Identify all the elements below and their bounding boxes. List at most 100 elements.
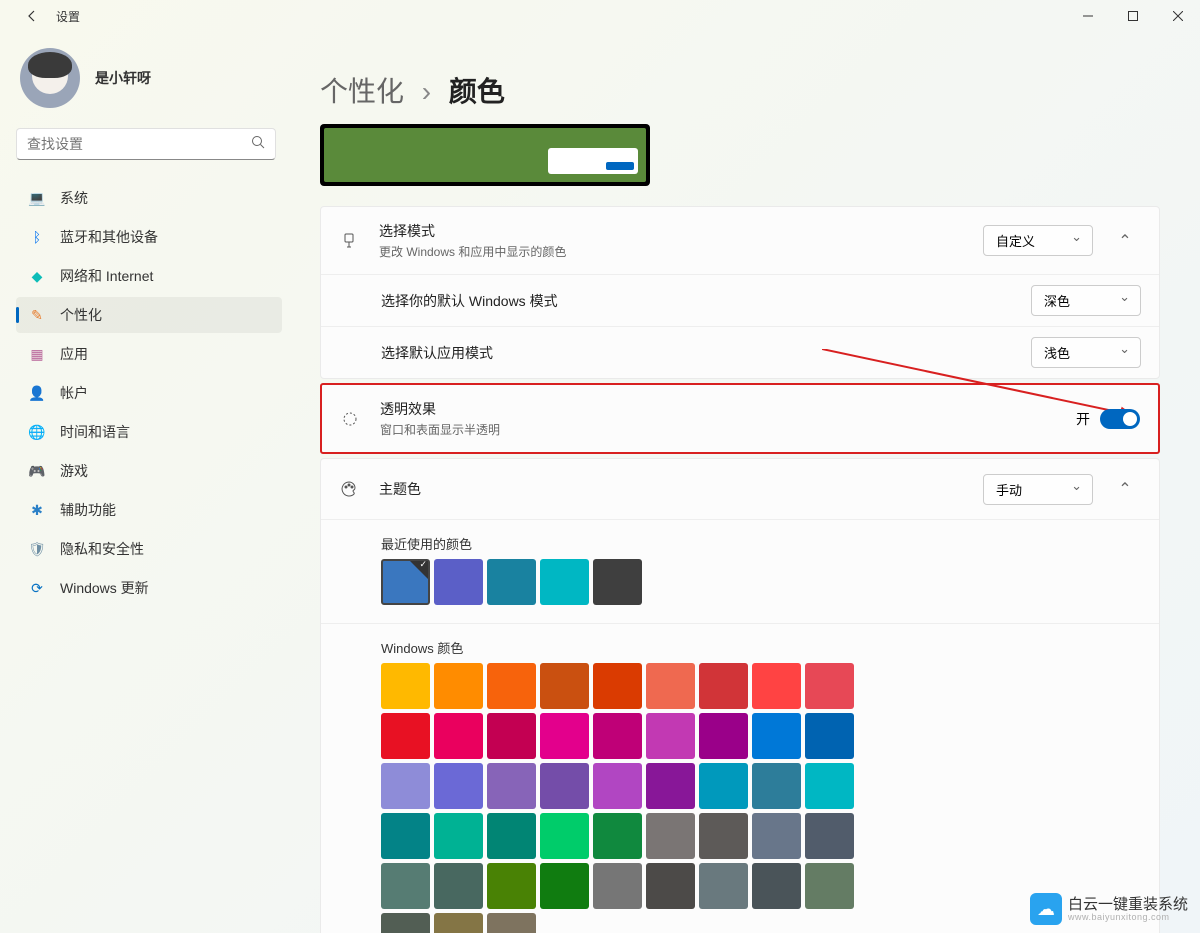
color-swatch[interactable] [487,559,536,605]
sidebar-item-Windows 更新[interactable]: ⟳ Windows 更新 [16,570,282,606]
color-swatch[interactable] [593,863,642,909]
color-swatch[interactable] [434,763,483,809]
color-swatch[interactable] [646,663,695,709]
username: 是小轩呀 [95,68,151,88]
color-swatch[interactable] [805,763,854,809]
color-swatch[interactable] [593,713,642,759]
accent-title: 主题色 [379,479,983,499]
watermark-url: www.baiyunxitong.com [1068,912,1188,922]
sidebar-item-应用[interactable]: ▦ 应用 [16,336,282,372]
transparency-title: 透明效果 [380,399,1076,419]
color-swatch[interactable] [487,713,536,759]
color-swatch[interactable] [805,713,854,759]
accent-dropdown[interactable]: 手动 [983,474,1093,505]
back-button[interactable] [20,4,44,28]
color-swatch[interactable] [381,713,430,759]
minimize-button[interactable] [1065,0,1110,32]
color-swatch[interactable] [434,713,483,759]
color-swatch[interactable] [593,813,642,859]
color-swatch[interactable] [699,813,748,859]
color-swatch[interactable] [381,863,430,909]
mode-title: 选择模式 [379,221,983,241]
windows-mode-dropdown[interactable]: 深色 [1031,285,1141,316]
sidebar-item-游戏[interactable]: 🎮游戏 [16,453,282,489]
color-swatch[interactable] [434,913,483,933]
search-input[interactable] [27,136,251,152]
maximize-button[interactable] [1110,0,1155,32]
windows-color-grid [381,663,857,933]
nav-icon: ▦ [28,345,46,363]
color-swatch[interactable] [752,713,801,759]
color-swatch[interactable] [646,713,695,759]
color-swatch[interactable] [381,763,430,809]
color-swatch[interactable] [540,713,589,759]
color-swatch[interactable] [593,763,642,809]
sidebar-item-隐私和安全性[interactable]: 🛡隐私和安全性 [16,531,282,567]
avatar [20,48,80,108]
color-swatch[interactable] [805,663,854,709]
color-swatch[interactable] [487,913,536,933]
search-input-wrapper[interactable] [16,128,276,160]
color-swatch[interactable] [699,663,748,709]
color-swatch[interactable] [752,863,801,909]
transparency-toggle[interactable] [1100,409,1140,429]
color-swatch[interactable] [540,813,589,859]
color-swatch[interactable] [646,763,695,809]
color-swatch[interactable] [381,559,430,605]
collapse-icon[interactable]: ⌃ [1109,473,1141,505]
sidebar-item-辅助功能[interactable]: ✱辅助功能 [16,492,282,528]
nav-label: Windows 更新 [60,578,149,598]
watermark: ☁ 白云一键重装系统 www.baiyunxitong.com [1030,893,1188,925]
sidebar-item-帐户[interactable]: 👤帐户 [16,375,282,411]
color-swatch[interactable] [752,763,801,809]
palette-icon [339,480,359,498]
nav-label: 应用 [60,344,88,364]
app-mode-dropdown[interactable]: 浅色 [1031,337,1141,368]
color-swatch[interactable] [593,559,642,605]
sidebar-item-网络和 Internet[interactable]: ◆网络和 Internet [16,258,282,294]
color-swatch[interactable] [805,813,854,859]
nav-list: 💻系统ᛒ蓝牙和其他设备◆网络和 Internet✎个性化 ▦ 应用 👤帐户🌐时间和语言… [16,180,282,606]
color-swatch[interactable] [381,663,430,709]
color-swatch[interactable] [381,813,430,859]
color-swatch[interactable] [434,813,483,859]
color-swatch[interactable] [487,663,536,709]
color-swatch[interactable] [646,863,695,909]
color-swatch[interactable] [593,663,642,709]
close-button[interactable] [1155,0,1200,32]
color-swatch[interactable] [540,763,589,809]
nav-label: 时间和语言 [60,422,130,442]
sidebar-item-个性化[interactable]: ✎个性化 [16,297,282,333]
color-swatch[interactable] [540,863,589,909]
color-swatch[interactable] [487,763,536,809]
color-swatch[interactable] [487,813,536,859]
color-swatch[interactable] [487,863,536,909]
color-swatch[interactable] [434,663,483,709]
color-swatch[interactable] [381,913,430,933]
color-swatch[interactable] [434,863,483,909]
color-swatch[interactable] [540,663,589,709]
app-mode-label: 选择默认应用模式 [381,343,1031,363]
breadcrumb-parent[interactable]: 个性化 [320,76,404,107]
nav-icon: ⟳ [28,579,46,597]
nav-label: 蓝牙和其他设备 [60,227,158,247]
color-swatch[interactable] [752,663,801,709]
color-swatch[interactable] [699,763,748,809]
color-swatch[interactable] [699,863,748,909]
nav-icon: 👤 [28,384,46,402]
sparkle-icon [340,410,360,428]
color-swatch[interactable] [540,559,589,605]
sidebar-item-系统[interactable]: 💻系统 [16,180,282,216]
sidebar-item-蓝牙和其他设备[interactable]: ᛒ蓝牙和其他设备 [16,219,282,255]
color-swatch[interactable] [434,559,483,605]
sidebar-item-时间和语言[interactable]: 🌐时间和语言 [16,414,282,450]
mode-dropdown[interactable]: 自定义 [983,225,1093,256]
window-title: 设置 [56,8,80,25]
color-swatch[interactable] [752,813,801,859]
color-swatch[interactable] [699,713,748,759]
recent-colors-title: 最近使用的颜色 [381,534,1141,553]
color-swatch[interactable] [805,863,854,909]
collapse-icon[interactable]: ⌃ [1109,225,1141,257]
color-swatch[interactable] [646,813,695,859]
user-profile[interactable]: 是小轩呀 [16,48,282,108]
